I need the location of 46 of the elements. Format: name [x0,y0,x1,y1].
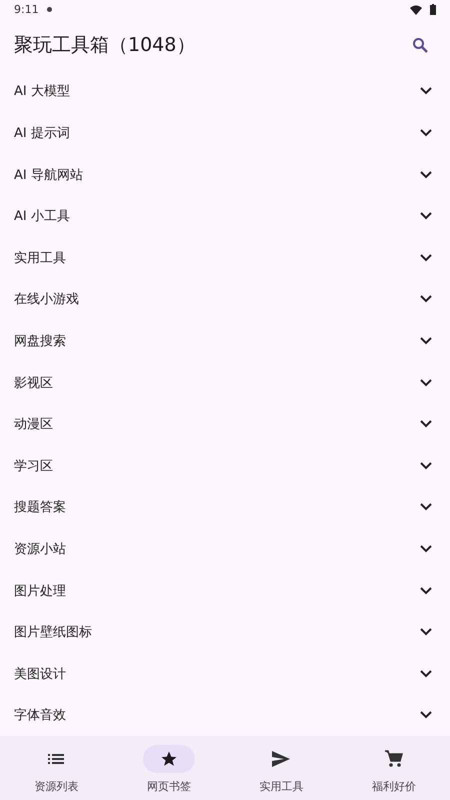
wifi-icon [410,4,422,15]
category-label: 资源小站 [14,540,66,558]
list-icon [48,753,64,766]
category-row[interactable]: AI 小工具 [0,195,450,237]
category-label: 动漫区 [14,416,53,434]
category-label: AI 导航网站 [14,166,83,184]
send-icon [272,751,290,768]
nav-tab[interactable]: 网页书签 [112,736,225,800]
category-row[interactable]: AI 提示词 [0,112,450,154]
category-row[interactable]: 动漫区 [0,403,450,445]
search-icon [412,36,428,53]
category-label: 图片壁纸图标 [14,624,92,642]
cart-icon [384,750,403,768]
category-row[interactable]: 在线小游戏 [0,278,450,320]
category-label: AI 大模型 [14,83,70,100]
nav-tab[interactable]: 资源列表 [0,736,112,800]
battery-icon [430,4,436,16]
category-row[interactable]: 美图设计 [0,652,450,694]
app-title: 聚玩工具箱（1048） [14,32,196,58]
category-row[interactable]: 图片壁纸图标 [0,611,450,653]
category-label: 影视区 [14,374,53,392]
category-label: 学习区 [14,458,53,475]
category-row[interactable]: 影视区 [0,362,450,404]
category-label: 实用工具 [14,250,66,267]
category-row[interactable]: 图片处理 [0,570,450,612]
category-label: 搜题答案 [14,499,66,516]
category-row[interactable]: 网盘搜索 [0,320,450,362]
category-label: AI 提示词 [14,124,70,142]
category-row[interactable]: AI 大模型 [0,70,450,112]
category-row[interactable]: 字体音效 [0,694,450,736]
category-label: 网盘搜索 [14,332,66,350]
category-row[interactable]: 资源小站 [0,528,450,570]
category-label: 在线小游戏 [14,291,79,308]
star-icon [160,750,178,768]
category-row[interactable]: 学习区 [0,444,450,487]
category-row[interactable]: 实用工具 [0,236,450,279]
category-label: AI 小工具 [14,208,70,226]
nav-tab[interactable]: 福利好价 [338,736,450,800]
category-label: 美图设计 [14,666,66,683]
category-label: 字体音效 [14,707,66,724]
notification-dot-icon [46,7,52,12]
status-time: 9:11 [14,3,39,16]
category-row[interactable]: 搜题答案 [0,486,450,528]
category-row[interactable]: AI 导航网站 [0,154,450,196]
category-label: 图片处理 [14,582,66,600]
nav-tab[interactable]: 实用工具 [225,736,338,800]
